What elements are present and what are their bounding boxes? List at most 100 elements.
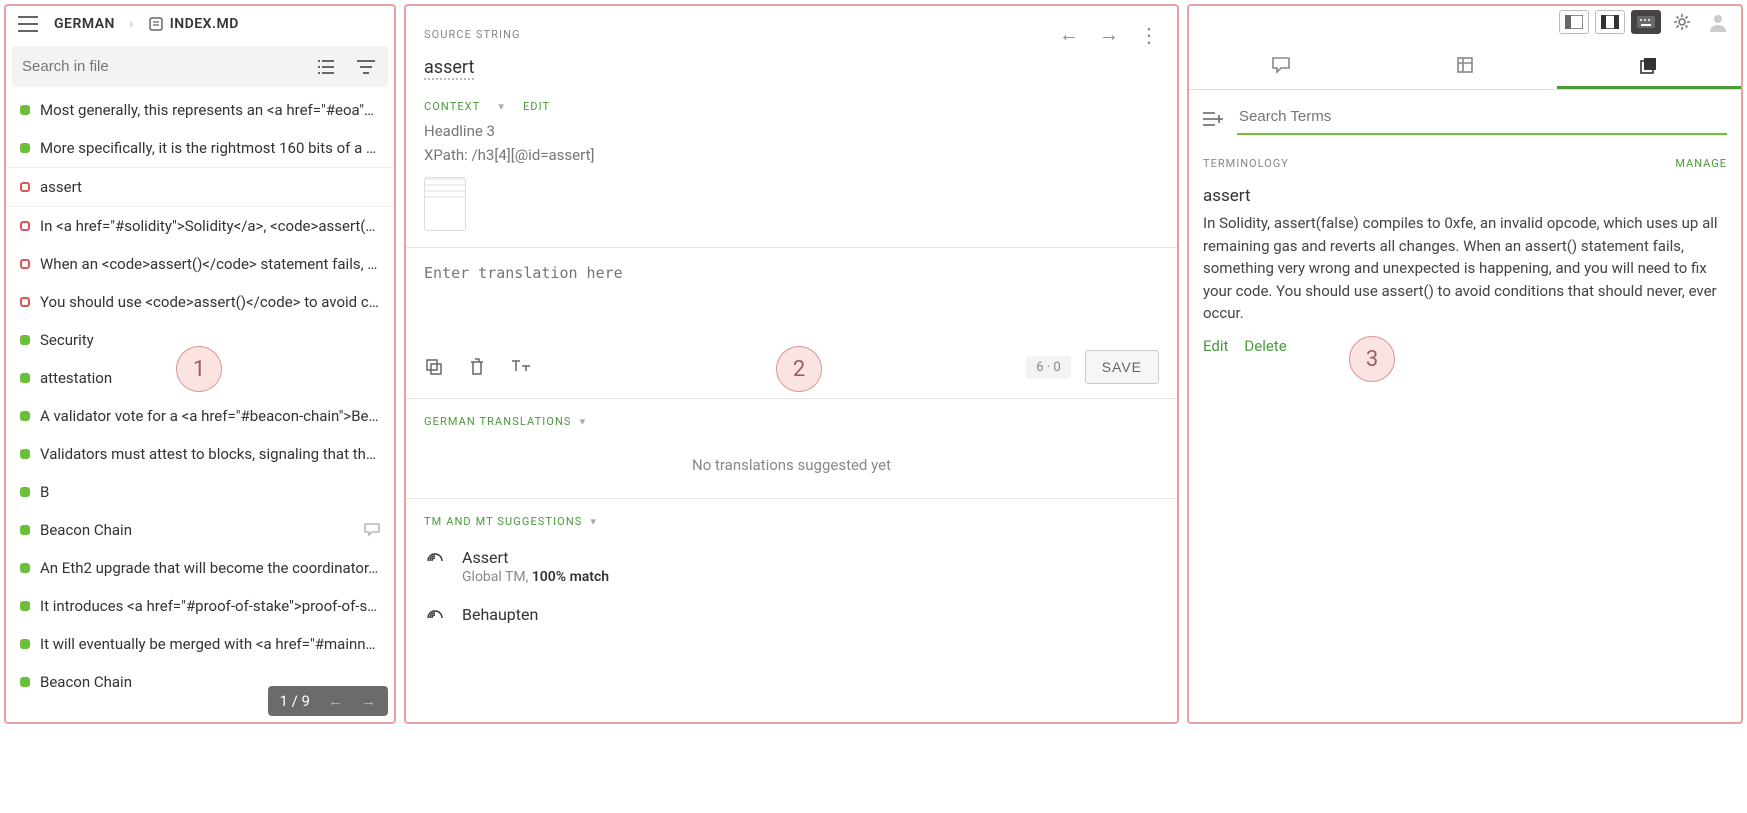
- tab-terminology[interactable]: [1557, 44, 1741, 89]
- suggestion-item[interactable]: AssertGlobal TM, 100% match: [406, 538, 1177, 595]
- status-dot: [20, 297, 30, 307]
- list-item-text: In <a href="#solidity">Solidity</a>, <co…: [40, 217, 380, 235]
- char-counter: 6 · 0: [1026, 356, 1070, 379]
- list-item[interactable]: An Eth2 upgrade that will become the coo…: [6, 549, 394, 587]
- list-item[interactable]: Validators must attest to blocks, signal…: [6, 435, 394, 473]
- save-button[interactable]: SAVE: [1085, 350, 1159, 384]
- context-collapse-icon[interactable]: ▾: [498, 100, 505, 113]
- search-input[interactable]: [12, 46, 314, 87]
- list-item[interactable]: It introduces <a href="#proof-of-stake">…: [6, 587, 394, 625]
- term-description: In Solidity, assert(false) compiles to 0…: [1203, 212, 1727, 325]
- list-item[interactable]: Beacon Chain: [6, 511, 394, 549]
- list-item[interactable]: It will eventually be merged with <a hre…: [6, 625, 394, 663]
- tm-icon: [424, 550, 446, 572]
- context-edit-link[interactable]: EDIT: [523, 100, 550, 113]
- context-preview-thumb[interactable]: [424, 177, 466, 231]
- text-transform-icon[interactable]: [510, 357, 532, 377]
- list-item[interactable]: A validator vote for a <a href="#beacon-…: [6, 397, 394, 435]
- hamburger-icon[interactable]: [16, 12, 40, 36]
- list-item-text: Validators must attest to blocks, signal…: [40, 445, 380, 463]
- string-list[interactable]: Most generally, this represents an <a hr…: [6, 91, 394, 722]
- status-dot: [20, 105, 30, 115]
- list-item-text: It introduces <a href="#proof-of-stake">…: [40, 597, 380, 615]
- list-item-text: B: [40, 483, 380, 501]
- term-title: assert: [1203, 186, 1727, 206]
- chevron-right-icon: ›: [129, 16, 134, 32]
- kebab-menu-icon[interactable]: ⋮: [1139, 23, 1159, 47]
- status-dot: [20, 335, 30, 345]
- list-item-text: An Eth2 upgrade that will become the coo…: [40, 559, 380, 577]
- list-item-text: Beacon Chain: [40, 521, 354, 539]
- status-dot: [20, 182, 30, 192]
- suggestion-text: Behaupten: [462, 605, 538, 624]
- translation-input[interactable]: [406, 248, 1177, 338]
- pager: 1 / 9 ← →: [268, 686, 389, 716]
- list-item[interactable]: B: [6, 473, 394, 511]
- status-dot: [20, 601, 30, 611]
- add-term-icon[interactable]: [1203, 111, 1223, 127]
- no-translations-message: No translations suggested yet: [406, 438, 1177, 499]
- list-item[interactable]: When an <code>assert()</code> statement …: [6, 245, 394, 283]
- side-tabs: [1189, 44, 1741, 90]
- context-headline: Headline 3: [424, 119, 1159, 143]
- next-string-icon[interactable]: →: [1099, 22, 1119, 47]
- status-dot: [20, 487, 30, 497]
- search-terms-input[interactable]: [1237, 102, 1727, 135]
- status-dot: [20, 221, 30, 231]
- chevron-down-icon: ▾: [580, 415, 587, 428]
- suggestions-section-header[interactable]: TM AND MT SUGGESTIONS▾: [406, 499, 1177, 538]
- terminology-label: TERMINOLOGY: [1203, 157, 1289, 170]
- context-xpath: XPath: /h3[4][@id=assert]: [424, 143, 1159, 167]
- right-panel: 3 TERMINOLOGY MANAGE assert In Solidity,…: [1187, 4, 1743, 724]
- tab-file[interactable]: [1373, 44, 1557, 89]
- pager-next[interactable]: →: [361, 692, 376, 710]
- chevron-down-icon: ▾: [590, 515, 597, 528]
- keyboard-icon[interactable]: [1631, 10, 1661, 34]
- suggestion-item[interactable]: Behaupten: [406, 595, 1177, 639]
- list-item-text: You should use <code>assert()</code> to …: [40, 293, 380, 311]
- tm-icon: [424, 607, 446, 629]
- list-item[interactable]: In <a href="#solidity">Solidity</a>, <co…: [6, 207, 394, 245]
- list-icon[interactable]: [314, 55, 338, 79]
- status-dot: [20, 143, 30, 153]
- list-item-text: assert: [40, 178, 380, 196]
- status-dot: [20, 411, 30, 421]
- layout-side-icon[interactable]: [1559, 10, 1589, 34]
- manage-link[interactable]: MANAGE: [1675, 157, 1727, 170]
- top-toolbar: [1189, 6, 1741, 38]
- translations-section-header[interactable]: GERMAN TRANSLATIONS▾: [406, 399, 1177, 438]
- list-item-text: A validator vote for a <a href="#beacon-…: [40, 407, 380, 425]
- breadcrumb-file[interactable]: INDEX.MD: [148, 16, 239, 32]
- status-dot: [20, 259, 30, 269]
- tab-comments[interactable]: [1189, 44, 1373, 89]
- term-edit-link[interactable]: Edit: [1203, 337, 1228, 355]
- list-item-text: It will eventually be merged with <a hre…: [40, 635, 380, 653]
- clear-icon[interactable]: [468, 357, 486, 377]
- gear-icon[interactable]: [1667, 10, 1697, 34]
- center-panel: 2 SOURCE STRING ← → ⋮ assert CONTEXT ▾ E…: [404, 4, 1179, 724]
- list-item[interactable]: More specifically, it is the rightmost 1…: [6, 129, 394, 167]
- annotation-badge-1: 1: [176, 346, 222, 392]
- pager-prev[interactable]: ←: [328, 692, 343, 710]
- context-label[interactable]: CONTEXT: [424, 100, 480, 113]
- source-string-value: assert: [406, 53, 1177, 92]
- prev-string-icon[interactable]: ←: [1059, 22, 1079, 47]
- suggestion-meta: Global TM, 100% match: [462, 569, 609, 585]
- list-item[interactable]: Most generally, this represents an <a hr…: [6, 91, 394, 129]
- comment-icon: [364, 523, 380, 537]
- list-item-text: Security: [40, 331, 380, 349]
- breadcrumb-lang[interactable]: GERMAN: [54, 16, 115, 32]
- list-item-text: When an <code>assert()</code> statement …: [40, 255, 380, 273]
- list-item-text: Most generally, this represents an <a hr…: [40, 101, 380, 119]
- layout-both-icon[interactable]: [1595, 10, 1625, 34]
- avatar-icon[interactable]: [1703, 10, 1733, 34]
- term-delete-link[interactable]: Delete: [1244, 337, 1286, 355]
- status-dot: [20, 525, 30, 535]
- list-item-text: More specifically, it is the rightmost 1…: [40, 139, 380, 157]
- copy-source-icon[interactable]: [424, 357, 444, 377]
- filter-icon[interactable]: [354, 55, 378, 79]
- status-dot: [20, 639, 30, 649]
- list-item[interactable]: assert: [6, 167, 394, 207]
- list-item[interactable]: You should use <code>assert()</code> to …: [6, 283, 394, 321]
- status-dot: [20, 373, 30, 383]
